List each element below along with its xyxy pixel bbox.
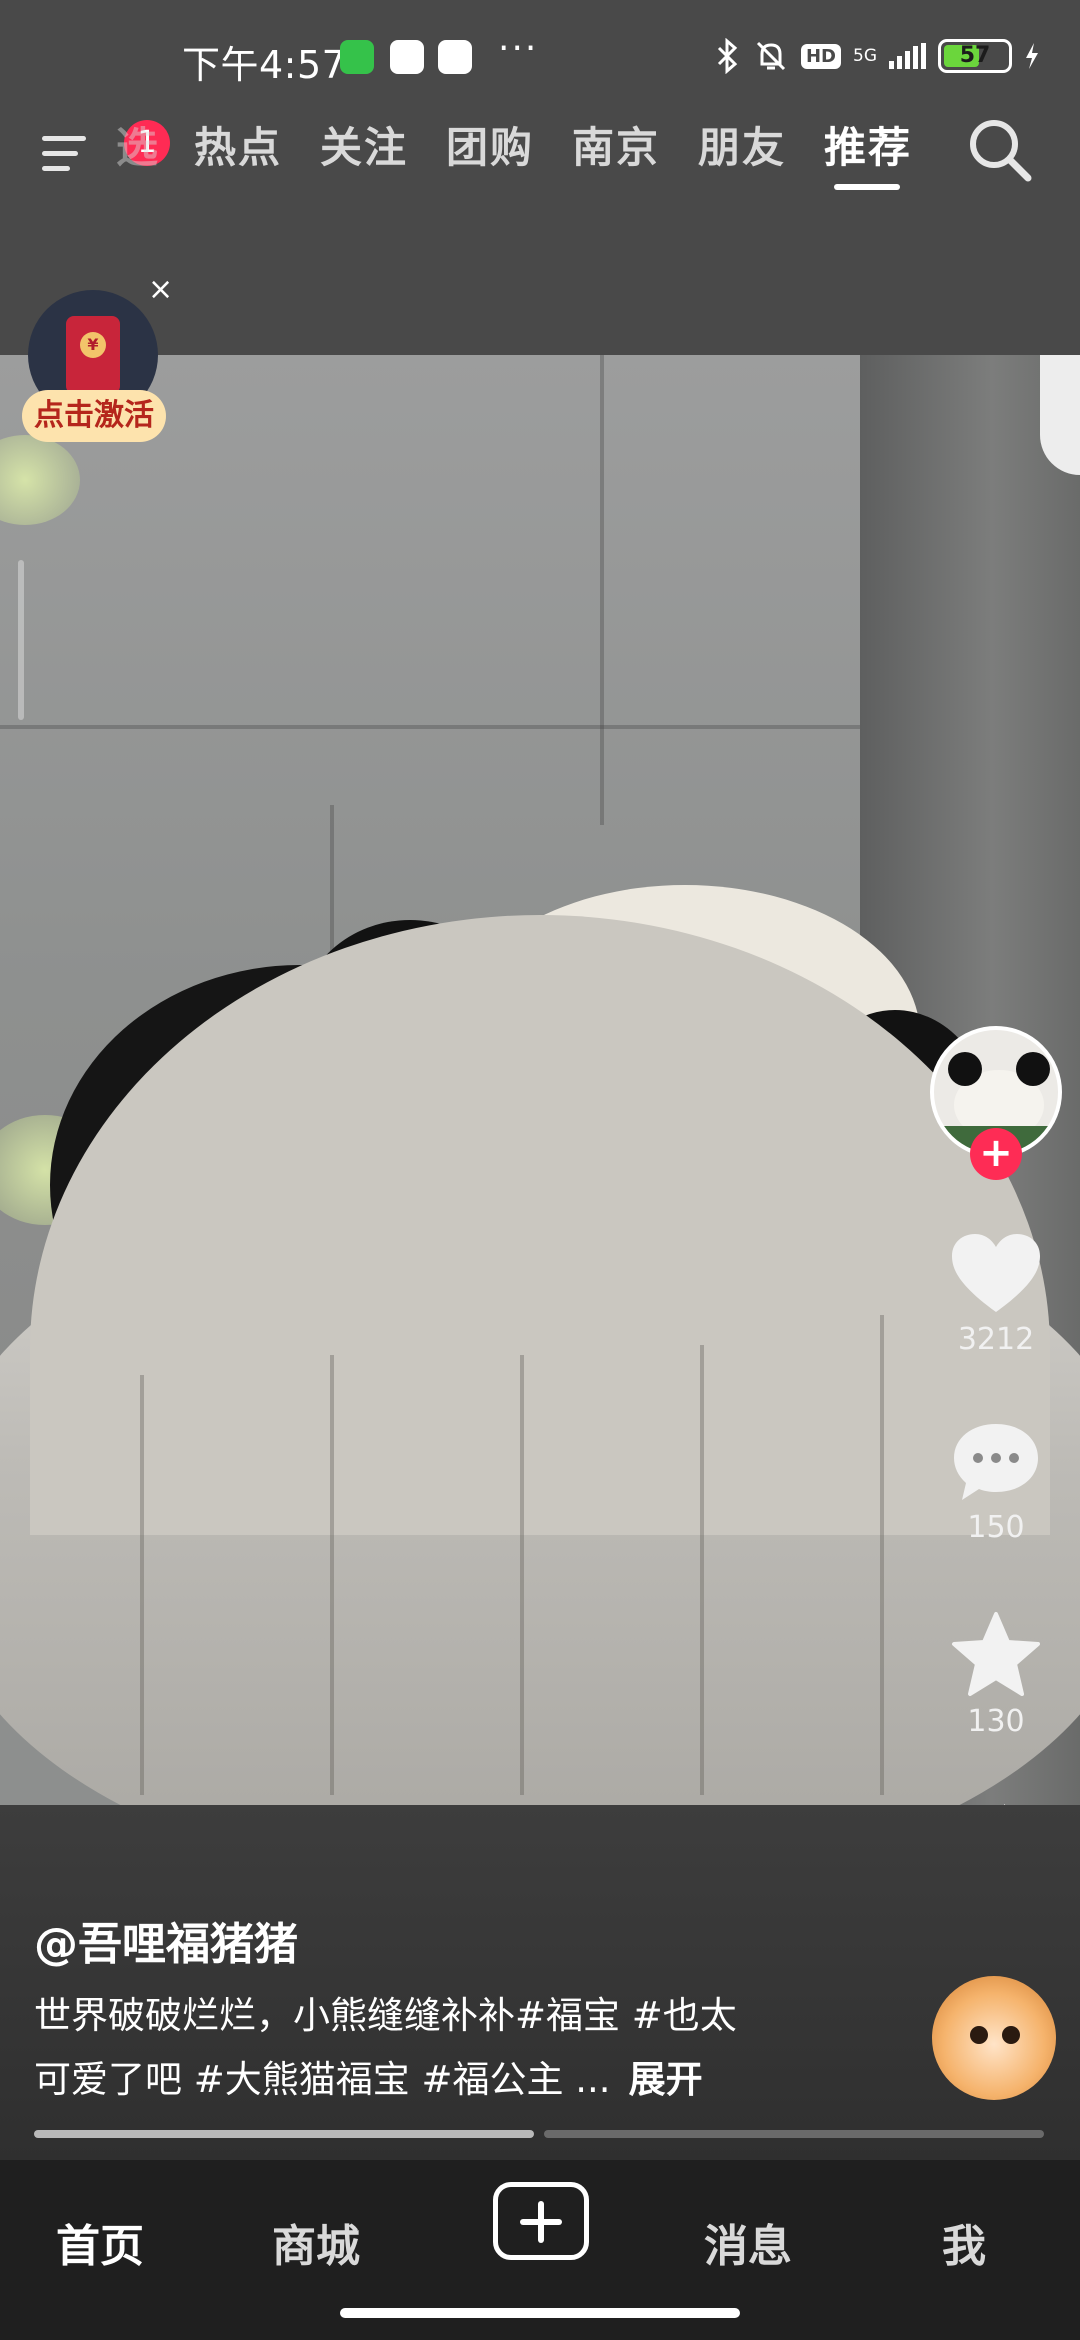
log-crack	[140, 1375, 144, 1795]
tab-nanjing[interactable]: 南京	[572, 114, 660, 175]
close-icon[interactable]: ×	[148, 272, 173, 307]
tab-friends[interactable]: 朋友	[698, 114, 786, 175]
nav-messages[interactable]: 消息	[704, 2210, 792, 2274]
search-icon[interactable]	[962, 112, 1038, 188]
log-crack	[330, 1355, 334, 1795]
create-post-button[interactable]	[493, 2182, 589, 2260]
author-name[interactable]: @吾哩福猪猪	[34, 1908, 298, 1972]
active-tab-indicator	[834, 184, 900, 190]
wall-seam	[600, 355, 604, 825]
hd-indicator: HD	[800, 43, 841, 69]
bluetooth-icon	[717, 38, 738, 74]
tab-partial[interactable]: 选	[116, 114, 158, 175]
comment-icon	[954, 1424, 1038, 1500]
tab-following[interactable]: 关注	[320, 114, 408, 175]
status-time: 下午4:57	[182, 43, 347, 87]
video-progress-bar[interactable]	[34, 2130, 1044, 2138]
description-line: 世界破破烂烂，小熊缝缝补补#福宝 #也太	[34, 1994, 737, 2037]
app-notification-icon	[340, 40, 374, 74]
star-icon	[952, 1612, 1040, 1696]
expand-link[interactable]: 展开	[629, 2058, 703, 2101]
tab-hot[interactable]: 热点	[194, 114, 282, 175]
more-notifications-icon: ···	[498, 28, 539, 69]
music-avatar[interactable]	[932, 1976, 1056, 2100]
tab-group-buy[interactable]: 团购	[446, 114, 534, 175]
favorite-button[interactable]: 130	[940, 1610, 1052, 1739]
screen: 下午4:57 ··· HD 5G 57 1 选 热点 关注 团购 南京 朋友 推…	[0, 0, 1080, 2340]
video-pillar-highlight	[1040, 355, 1080, 475]
coin-icon: ¥	[80, 332, 106, 358]
comment-count: 150	[967, 1510, 1025, 1545]
app-notification-icon	[390, 40, 424, 74]
top-nav: 1 选 热点 关注 团购 南京 朋友 推荐	[0, 100, 1080, 200]
wall-seam	[0, 725, 880, 729]
home-indicator[interactable]	[340, 2308, 740, 2318]
app-notification-icon	[438, 40, 472, 74]
follow-button[interactable]: +	[970, 1128, 1022, 1180]
battery-icon: 57	[938, 39, 1012, 73]
menu-button[interactable]: 1	[38, 120, 170, 180]
mute-bell-icon	[756, 41, 786, 71]
signal-icon	[889, 43, 926, 69]
log-crack	[700, 1345, 704, 1795]
video-player[interactable]	[0, 355, 1080, 1805]
activate-button[interactable]: 点击激活	[22, 390, 166, 442]
post-description[interactable]: 世界破破烂烂，小熊缝缝补补#福宝 #也太 可爱了吧 #大熊猫福宝 #福公主 ..…	[34, 1984, 834, 2112]
status-indicators: HD 5G 57	[715, 36, 1040, 76]
like-count: 3212	[957, 1322, 1035, 1357]
progress-remaining	[544, 2130, 1044, 2138]
heart-icon	[952, 1234, 1040, 1312]
log-crack	[520, 1355, 524, 1795]
side-scroll-indicator	[18, 560, 24, 720]
description-line-2: 可爱了吧 #大熊猫福宝 #福公主 ... 展开	[34, 2048, 834, 2112]
battery-level: 57	[959, 43, 991, 68]
charging-icon	[1026, 43, 1038, 69]
nav-mall[interactable]: 商城	[272, 2210, 360, 2274]
tab-recommend[interactable]: 推荐	[824, 114, 912, 175]
nav-home[interactable]: 首页	[56, 2210, 144, 2274]
progress-played	[34, 2130, 534, 2138]
network-type: 5G	[853, 45, 877, 66]
log-crack	[880, 1315, 884, 1795]
comment-button[interactable]: 150	[940, 1420, 1052, 1545]
like-button[interactable]: 3212	[940, 1232, 1052, 1357]
nav-me[interactable]: 我	[942, 2210, 986, 2274]
favorite-count: 130	[967, 1704, 1025, 1739]
description-text: 可爱了吧 #大熊猫福宝 #福公主 ...	[34, 2058, 611, 2101]
